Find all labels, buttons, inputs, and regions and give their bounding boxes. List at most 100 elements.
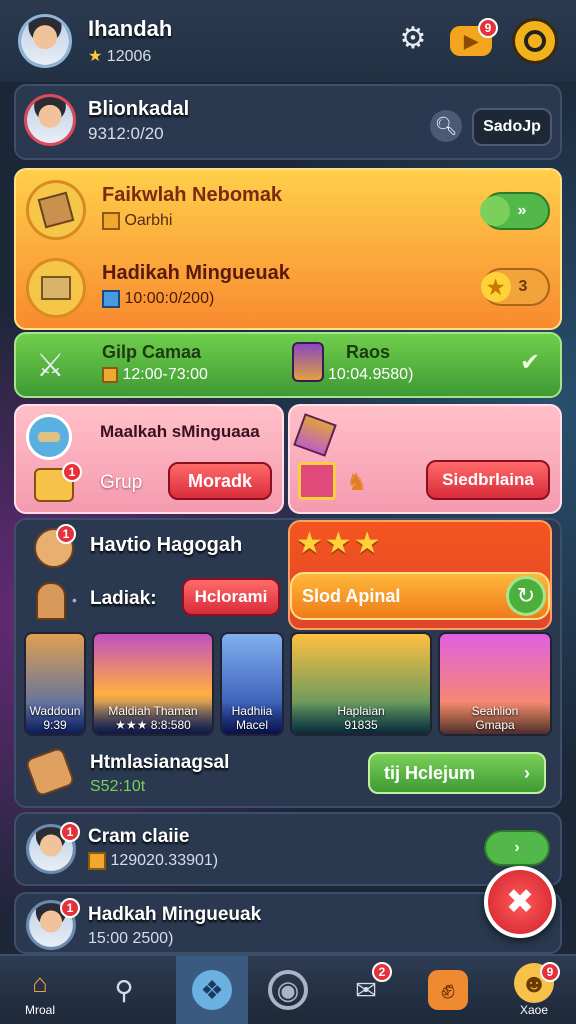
quest-title-2: Hadikah Mingueuak: [102, 262, 290, 284]
pink-left-button[interactable]: Moradk: [168, 462, 272, 500]
card-value: ★★★ 8:8:580: [115, 718, 191, 732]
list-box-icon: [88, 852, 106, 870]
sword-icon: ⚔: [36, 347, 65, 383]
list-item-title: Hadkah Mingueuak: [88, 904, 262, 925]
refresh-icon[interactable]: ↻: [506, 576, 546, 616]
ladiak-label: Ladiak:: [90, 588, 157, 609]
gift-icon: [298, 462, 336, 500]
three-stars-icon: ★★★: [296, 527, 383, 560]
nav-mascot-label: Xaoe: [519, 1003, 549, 1017]
green-title: Gilp Camaa: [102, 342, 202, 362]
card-label: Hadhiia Macel: [222, 702, 282, 734]
quest-sub-1-text: Oarbhi: [124, 212, 173, 230]
gem-box-icon: [102, 290, 120, 308]
green-right-sub: 10:04.9580): [328, 366, 414, 383]
search-icon[interactable]: 🔍︎: [430, 110, 462, 142]
green-box-icon: [102, 366, 118, 383]
map-shape: [41, 276, 71, 300]
friend-avatar: [24, 94, 76, 146]
star-icon: ★: [88, 48, 103, 65]
nav-search[interactable]: ⚲: [88, 956, 160, 1024]
card-name: Seahlion: [471, 704, 519, 718]
nav-pet[interactable]: ❖: [176, 956, 248, 1024]
card-name: Waddoun: [29, 704, 81, 718]
dark-badge: 1: [56, 524, 76, 544]
profile-name: Blionkadal: [88, 98, 190, 120]
card-label: Seahlion Gmapa: [440, 702, 550, 734]
target-icon: ◉: [268, 970, 308, 1010]
card-value: Gmapa: [475, 718, 515, 732]
player-avatar[interactable]: [18, 14, 72, 68]
quest-title-1: Faikwlah Nebomak: [102, 184, 283, 206]
close-fab-icon[interactable]: ✖: [484, 866, 556, 938]
nav-target[interactable]: ◉: [252, 956, 324, 1024]
character-card[interactable]: Hadhiia Macel: [220, 632, 284, 736]
card-name: Haplaian: [337, 704, 385, 718]
promo-title: Htmlasianagsal: [90, 752, 230, 773]
search-icon: ⚲: [114, 974, 134, 1005]
card-name: Maldiah Thaman: [108, 704, 198, 718]
promo-button-label: tij Hclejum: [384, 762, 476, 783]
player-score-value: 12006: [106, 48, 152, 65]
fist-icon: ✊︎: [428, 970, 468, 1010]
box-icon: [26, 180, 86, 240]
pink-left-badge: 1: [62, 462, 82, 482]
list-item-sub-text: 129020.33901): [110, 852, 219, 870]
check-icon[interactable]: ✔: [520, 348, 540, 377]
list-item-action[interactable]: ›: [484, 830, 550, 866]
card-value: Macel: [235, 718, 268, 732]
card-label: Waddoun 9:39: [26, 702, 84, 734]
player-score: ★ 12006: [88, 46, 151, 66]
player-name: Ihandah: [88, 16, 173, 41]
list-item[interactable]: [14, 812, 562, 886]
pink-left-title: Maalkah sMinguaaa: [100, 422, 260, 441]
power-icon-ring: [524, 30, 546, 52]
character-card[interactable]: Haplaian 91835: [290, 632, 432, 736]
nav-mascot[interactable]: ☻ Xaoe: [498, 956, 570, 1024]
list-item-badge: 1: [60, 898, 80, 918]
character-card[interactable]: Waddoun 9:39: [24, 632, 86, 736]
coin-box-icon: [102, 212, 120, 230]
nav-home[interactable]: ⌂ Mroal: [4, 956, 76, 1024]
promo-button[interactable]: tij Hclejum ›: [368, 752, 546, 794]
gear-icon[interactable]: ⚙: [396, 22, 430, 56]
quest-1-badge: »: [517, 202, 527, 219]
card-value: 9:39: [43, 718, 67, 732]
card-value: 91835: [344, 718, 378, 732]
pet-icon: ❖: [192, 970, 232, 1010]
list-item-badge: 1: [60, 822, 80, 842]
chick-icon: ♞: [346, 469, 368, 496]
quest-sub-2-text: 10:00:0/200): [124, 290, 215, 308]
scroll-icon: [26, 414, 72, 460]
special-button-label: Slod Apinal: [302, 585, 401, 606]
dark-title: Havtio Hagogah: [90, 534, 243, 556]
profile-sub: 9312:0/20: [88, 124, 164, 143]
list-item-sub: 15:00 2500): [88, 930, 174, 947]
pink-right-button[interactable]: Siedbrlaina: [426, 460, 550, 500]
box-shape: [37, 191, 75, 229]
door-icon: [36, 582, 66, 620]
character-card[interactable]: Seahlion Gmapa: [438, 632, 552, 736]
notification-badge: 9: [478, 18, 498, 38]
friend-face: [27, 97, 73, 143]
profile-action-button[interactable]: SadoJp: [472, 108, 552, 146]
nav-home-label: Mroal: [24, 1003, 55, 1017]
nav-mascot-badge: 9: [540, 962, 560, 982]
quest-2-button[interactable]: ★ 3: [480, 268, 550, 306]
green-sub-text: 12:00-73:00: [122, 366, 208, 383]
chevron-right-icon: ›: [524, 762, 530, 783]
pink-left-label: Grup: [100, 472, 143, 493]
quest-sub-2: 10:00:0/200): [102, 290, 214, 308]
quest-sub-1: Oarbhi: [102, 212, 172, 230]
character-card[interactable]: Maldiah Thaman ★★★ 8:8:580: [92, 632, 214, 736]
potion-icon: [292, 342, 324, 382]
scroll-shape: [38, 432, 60, 442]
nav-fist[interactable]: ✊︎: [412, 956, 484, 1024]
power-icon[interactable]: [512, 18, 558, 64]
quest-1-claim-button[interactable]: »: [479, 192, 550, 230]
nav-chat[interactable]: ✉: [330, 956, 402, 1024]
card-label: Maldiah Thaman ★★★ 8:8:580: [94, 702, 212, 734]
dropdown-icon: •: [72, 592, 77, 608]
ladiak-button[interactable]: Hclorami: [182, 578, 280, 616]
green-event-bar[interactable]: [14, 332, 562, 398]
